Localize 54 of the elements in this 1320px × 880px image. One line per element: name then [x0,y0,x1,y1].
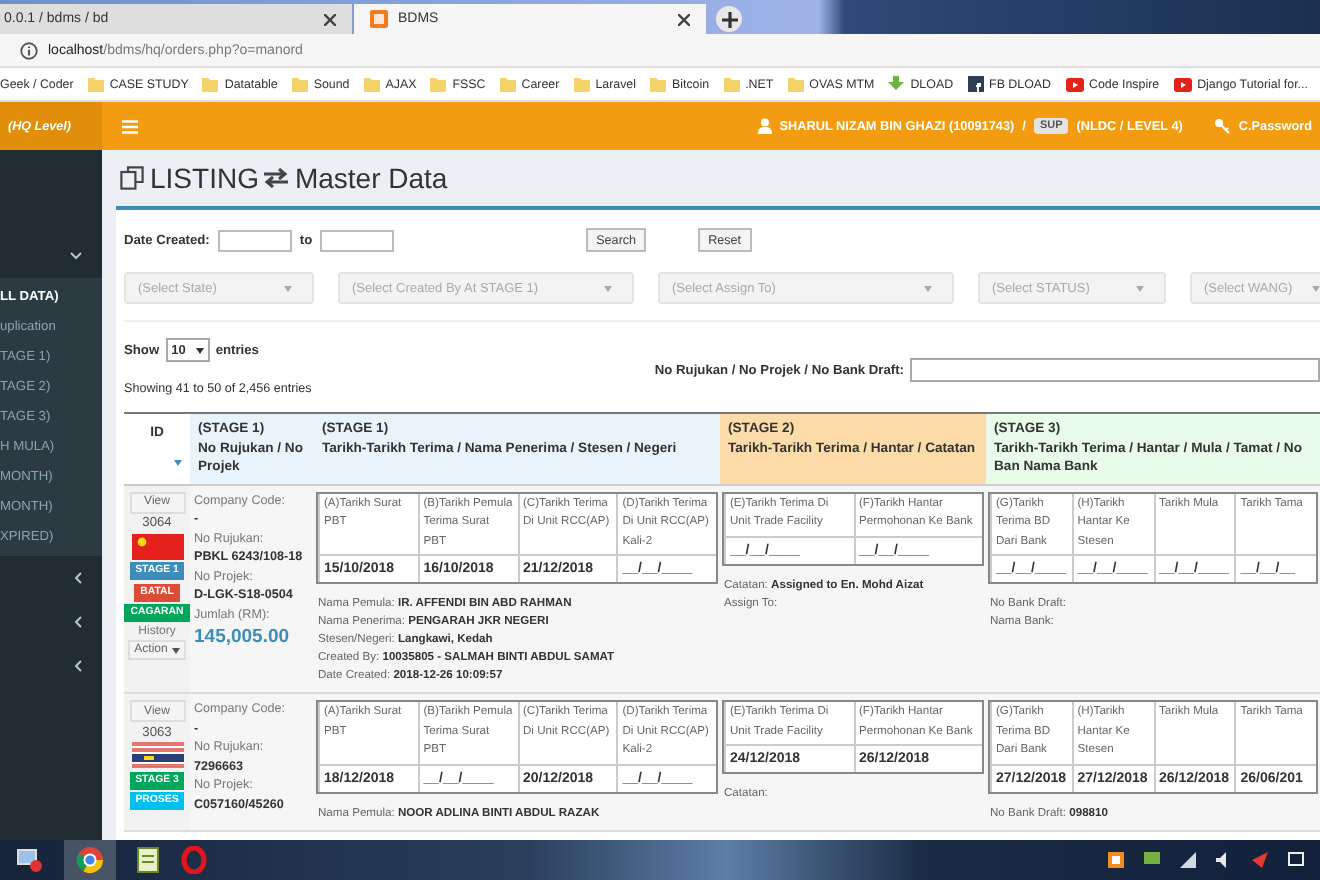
browser-icon [76,846,104,874]
close-icon[interactable] [324,13,336,25]
notification-icon[interactable] [1288,852,1304,868]
folder-icon [291,76,308,92]
caret-icon [171,647,180,653]
swap-arrows-icon [264,168,289,188]
folder-icon [573,76,590,92]
info-icon[interactable] [20,41,38,59]
monitor-icon[interactable] [1144,852,1160,868]
caret-icon [1136,285,1144,291]
arrow-icon[interactable] [1252,852,1268,868]
chevron-down-icon[interactable] [70,252,82,260]
folder-icon [363,76,380,92]
caret-icon [604,285,612,291]
play-icon [1173,77,1192,91]
caret-icon [284,285,292,291]
copy-icon [120,166,144,190]
square-icon [967,76,984,92]
plus-icon [721,11,737,27]
flag-icon [131,742,183,768]
flag-icon [131,533,183,559]
page-icon [370,10,388,28]
new-tab-button[interactable] [716,6,742,32]
user-icon [757,118,772,134]
search-field[interactable] [910,358,1320,382]
folder-icon [499,76,516,92]
folder-icon [649,76,666,92]
folder-icon [787,76,804,92]
amount-value: 145,005.00 [194,624,292,650]
caret-icon [924,285,932,291]
folder-icon [202,76,219,92]
play-icon [1065,77,1083,91]
page-subtitle: Master Data [294,162,448,194]
close-icon[interactable] [678,13,690,25]
network-icon[interactable] [1180,852,1196,868]
page-title: LISTING [150,162,259,194]
caret-icon [195,347,204,353]
folder-icon [87,76,104,92]
notepad-icon[interactable] [136,846,160,874]
chevron-left-icon[interactable] [74,660,82,672]
caret-icon [1312,285,1320,291]
computer-icon[interactable] [16,846,44,874]
date-from-field[interactable] [217,229,292,251]
speaker-icon[interactable] [1216,852,1232,868]
folder-icon [430,76,447,92]
taskbar-item[interactable] [64,840,116,880]
sort-icon[interactable] [174,459,182,465]
download-icon [888,76,905,92]
chevron-left-icon[interactable] [74,572,82,584]
ring-icon[interactable] [180,846,208,874]
date-to-field[interactable] [320,229,395,251]
chevron-left-icon[interactable] [74,616,82,628]
key-icon [1214,118,1231,134]
folder-icon [723,76,740,92]
